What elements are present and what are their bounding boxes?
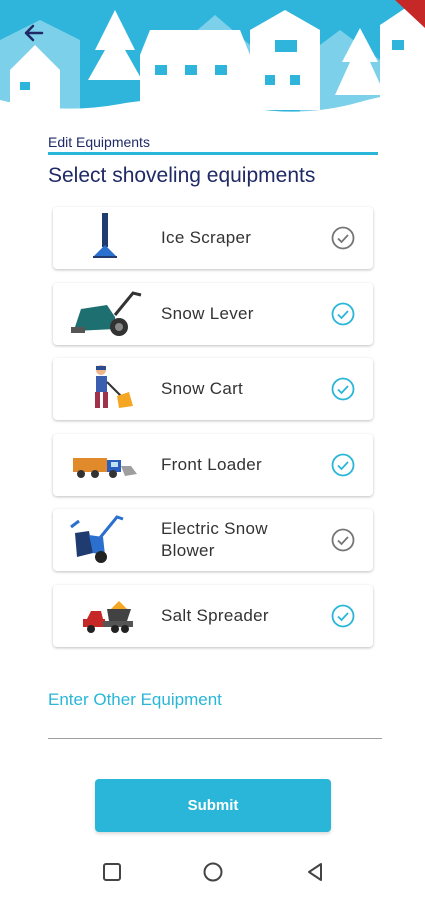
- check-circle-icon[interactable]: [331, 302, 355, 326]
- page-heading: Select shoveling equipments: [48, 164, 316, 187]
- equipment-label: Front Loader: [161, 454, 262, 474]
- check-circle-icon[interactable]: [331, 604, 355, 628]
- other-equipment-label: Enter Other Equipment: [48, 690, 222, 709]
- ice-scraper-icon: [93, 213, 117, 258]
- check-circle-icon[interactable]: [331, 453, 355, 477]
- equipment-list: Ice Scraper Snow Lever Snow Cart Front L…: [53, 207, 373, 660]
- snow-lever-icon: [71, 290, 142, 336]
- circle-icon[interactable]: [201, 860, 225, 884]
- equipment-label: Ice Scraper: [161, 228, 252, 247]
- back-button[interactable]: [18, 18, 52, 48]
- system-navigation-bar: [0, 845, 425, 900]
- equipment-card-salt-spreader[interactable]: Salt Spreader: [53, 584, 373, 647]
- section-divider: [48, 152, 378, 155]
- section-title: Edit Equipments: [48, 134, 150, 150]
- equipment-card-electric-snow-blower[interactable]: Electric Snow Blower: [53, 509, 373, 571]
- check-circle-icon[interactable]: [331, 377, 355, 401]
- equipment-label: Snow Cart: [161, 379, 244, 398]
- check-circle-icon[interactable]: [331, 226, 355, 250]
- square-icon[interactable]: [100, 860, 124, 884]
- equipment-label: Electric Snow Blower: [161, 519, 268, 560]
- triangle-back-icon[interactable]: [303, 860, 327, 884]
- equipment-label: Salt Spreader: [161, 605, 269, 625]
- equipment-card-snow-cart[interactable]: Snow Cart: [53, 358, 373, 420]
- submit-button[interactable]: Submit: [95, 779, 331, 832]
- equipment-label: Snow Lever: [161, 303, 254, 323]
- check-circle-icon[interactable]: [331, 528, 355, 552]
- front-loader-icon: [73, 457, 137, 478]
- header-illustration: [0, 0, 425, 130]
- salt-spreader-icon: [83, 600, 133, 633]
- equipment-card-ice-scraper[interactable]: Ice Scraper: [53, 207, 373, 269]
- electric-snow-blower-icon: [70, 515, 124, 563]
- arrow-back-icon: [24, 24, 44, 42]
- snow-cart-icon: [95, 365, 133, 408]
- other-equipment-input[interactable]: [48, 712, 382, 739]
- equipment-card-front-loader[interactable]: Front Loader: [53, 433, 373, 496]
- equipment-card-snow-lever[interactable]: Snow Lever: [53, 282, 373, 345]
